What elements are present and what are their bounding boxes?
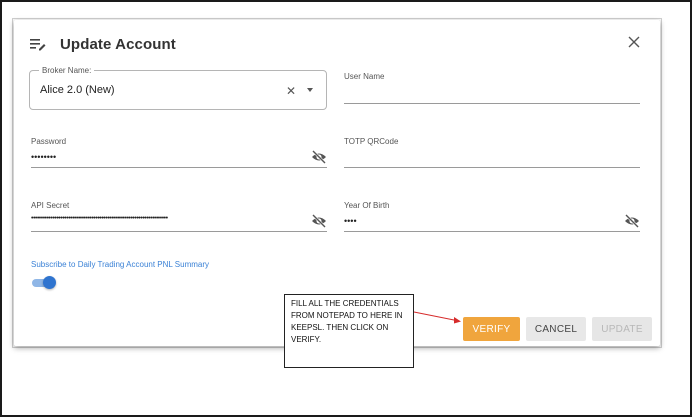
subscribe-label: Subscribe to Daily Trading Account PNL S… [31, 260, 210, 269]
api-secret-field[interactable]: API Secret •••••••••••••••••••••••••••••… [31, 199, 327, 232]
close-icon[interactable] [626, 34, 642, 50]
totp-label: TOTP QRCode [344, 137, 399, 146]
api-secret-label: API Secret [31, 201, 70, 210]
dialog-title: Update Account [60, 35, 176, 53]
chevron-down-icon[interactable] [307, 88, 313, 92]
password-underline [31, 167, 327, 168]
year-of-birth-label: Year Of Birth [344, 201, 390, 210]
password-label: Password [31, 137, 67, 146]
visibility-off-icon[interactable] [311, 214, 327, 228]
broker-select[interactable]: Broker Name: Alice 2.0 (New) ✕ [29, 66, 327, 110]
password-field[interactable]: Password •••••••• [31, 135, 327, 168]
callout-arrow [413, 311, 461, 324]
clear-icon[interactable]: ✕ [286, 84, 296, 98]
toggle-knob [43, 276, 56, 289]
year-of-birth-input[interactable]: •••• [344, 216, 357, 226]
password-input[interactable]: •••••••• [31, 152, 56, 162]
broker-value: Alice 2.0 (New) [40, 84, 115, 96]
instruction-callout: FILL ALL THE CREDENTIALS FROM NOTEPAD TO… [284, 294, 414, 368]
verify-button[interactable]: VERIFY [463, 317, 520, 341]
dialog-header: Update Account [30, 32, 648, 56]
subscribe-toggle[interactable] [32, 276, 56, 289]
visibility-off-icon[interactable] [624, 214, 640, 228]
api-secret-underline [31, 231, 327, 232]
username-underline [344, 103, 640, 104]
edit-list-icon [30, 36, 48, 52]
year-of-birth-underline [344, 231, 640, 232]
broker-label: Broker Name: [39, 66, 95, 75]
cancel-button[interactable]: CANCEL [526, 317, 586, 341]
username-field[interactable]: User Name [344, 70, 640, 104]
totp-field[interactable]: TOTP QRCode [344, 135, 640, 168]
api-secret-input[interactable]: ••••••••••••••••••••••••••••••••••••••••… [31, 215, 301, 222]
username-label: User Name [344, 72, 385, 81]
totp-underline [344, 167, 640, 168]
update-button[interactable]: UPDATE [592, 317, 652, 341]
visibility-off-icon[interactable] [311, 150, 327, 164]
year-of-birth-field[interactable]: Year Of Birth •••• [344, 199, 640, 232]
